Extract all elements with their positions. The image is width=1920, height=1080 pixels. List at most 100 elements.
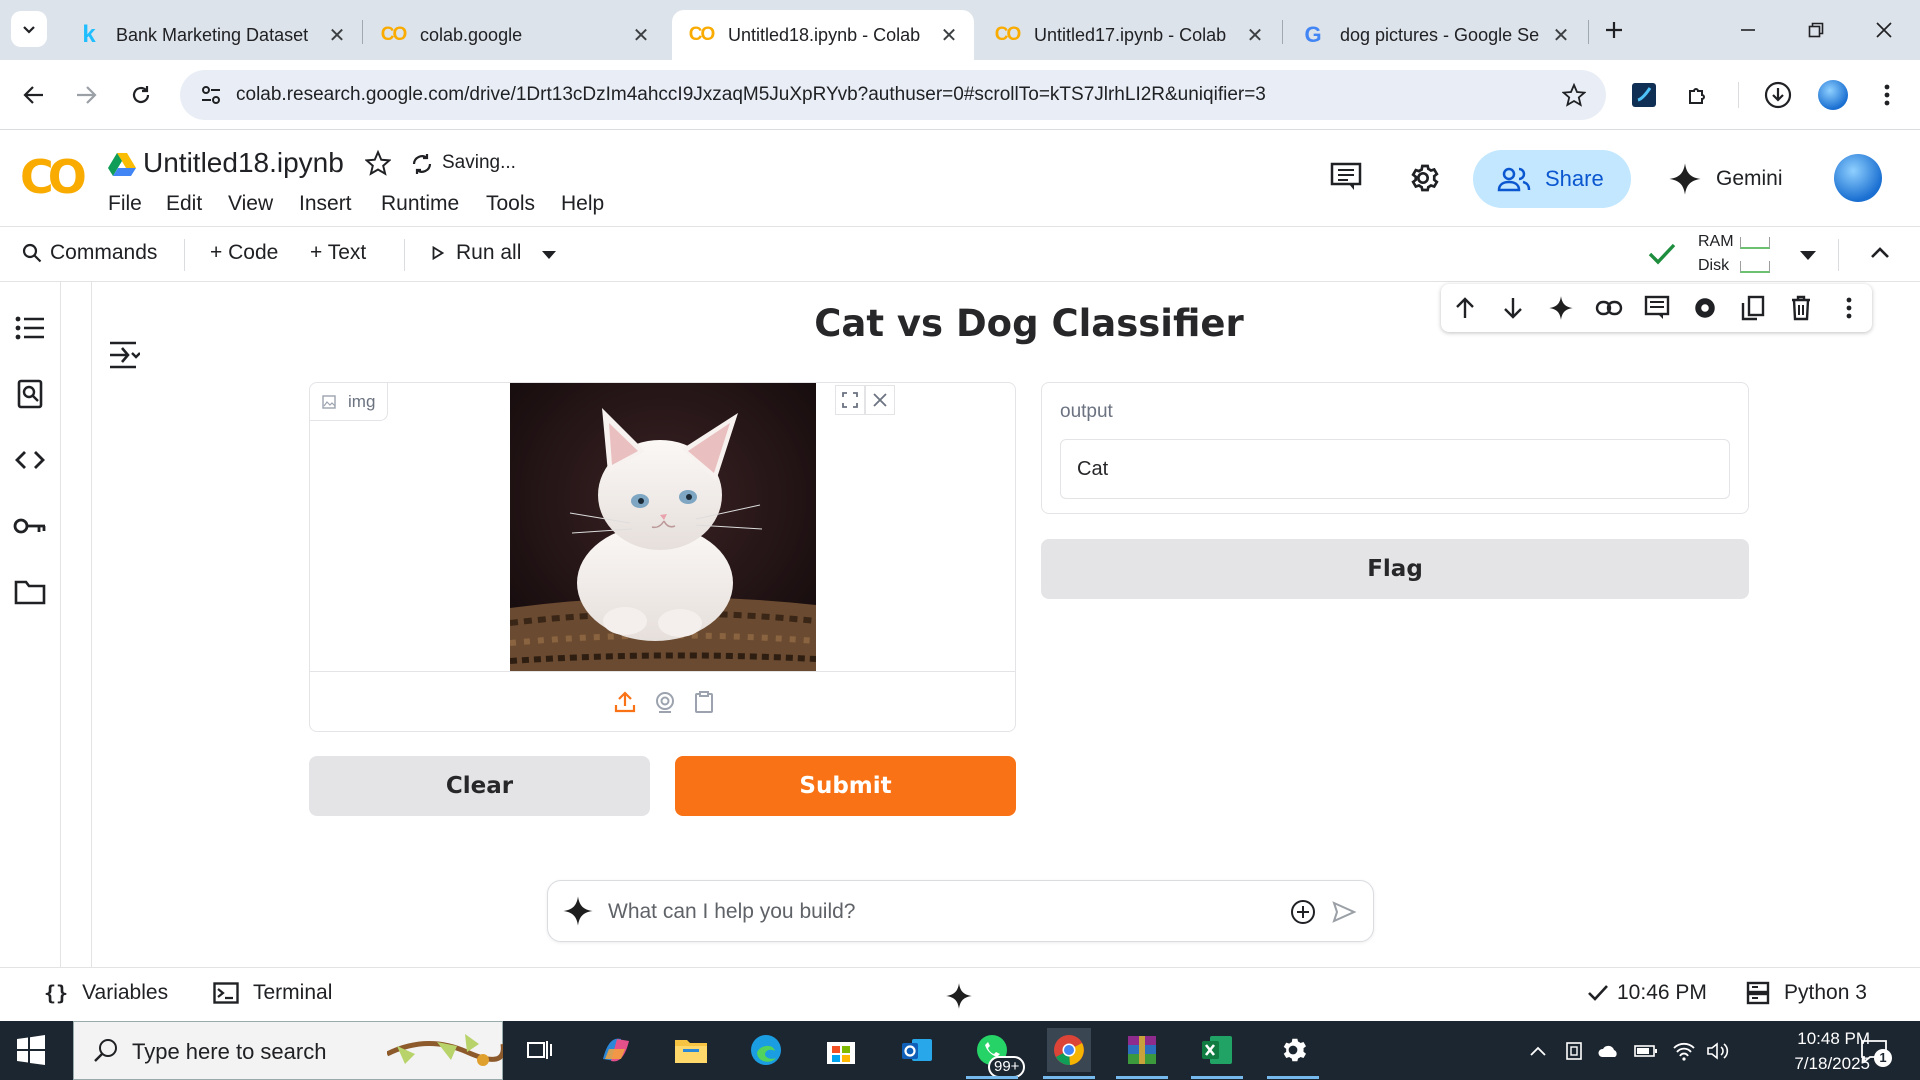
add-circle-icon[interactable]: [1290, 899, 1316, 925]
browser-tab[interactable]: G dog pictures - Google Se ✕: [1284, 10, 1586, 60]
back-button[interactable]: [14, 75, 54, 115]
microsoft-store-icon[interactable]: [819, 1028, 863, 1072]
menu-runtime[interactable]: Runtime: [381, 192, 459, 216]
flag-button[interactable]: Flag: [1041, 539, 1749, 599]
gemini-sparkle-icon[interactable]: [945, 982, 973, 1010]
close-icon[interactable]: ✕: [1244, 23, 1266, 48]
taskbar-search-box[interactable]: Type here to search: [73, 1021, 503, 1080]
notification-center-icon[interactable]: 1: [1858, 1037, 1892, 1067]
profile-button[interactable]: [1813, 75, 1853, 115]
tab-search-button[interactable]: [11, 11, 47, 47]
add-code-button[interactable]: + Code: [210, 241, 278, 265]
secrets-key-icon[interactable]: [12, 508, 48, 544]
notebook-title[interactable]: Untitled18.ipynb: [143, 147, 344, 179]
close-icon[interactable]: ✕: [630, 23, 652, 48]
address-bar[interactable]: colab.research.google.com/drive/1Drt13cD…: [180, 70, 1606, 120]
volume-icon[interactable]: [1706, 1039, 1730, 1063]
menu-insert[interactable]: Insert: [299, 192, 352, 216]
star-icon[interactable]: [365, 150, 391, 176]
table-of-contents-icon[interactable]: [12, 310, 48, 346]
menu-tools[interactable]: Tools: [486, 192, 535, 216]
toolbar-divider: [1738, 82, 1739, 108]
task-view-icon[interactable]: [518, 1028, 562, 1072]
commands-label: Commands: [50, 241, 158, 264]
taskbar-clock[interactable]: 10:48 PM 7/18/2025: [1740, 1026, 1870, 1076]
bookmark-star-icon[interactable]: [1562, 83, 1586, 107]
downloads-button[interactable]: [1758, 75, 1798, 115]
new-tab-button[interactable]: [1596, 12, 1632, 48]
variables-label: Variables: [82, 981, 169, 1004]
add-text-button[interactable]: + Text: [310, 241, 366, 265]
runtime-type[interactable]: Python 3: [1746, 981, 1867, 1005]
settings-gear-icon[interactable]: [1267, 1028, 1319, 1079]
browser-tab[interactable]: CO colab.google ✕: [364, 10, 666, 60]
variables-button[interactable]: {} Variables: [44, 981, 168, 1005]
submit-button[interactable]: Submit: [675, 756, 1016, 816]
clock-time: 10:48 PM: [1797, 1029, 1870, 1048]
copilot-icon[interactable]: [594, 1028, 638, 1072]
browser-tab[interactable]: CO Untitled17.ipynb - Colab ✕: [978, 10, 1280, 60]
code-snippets-icon[interactable]: [12, 442, 48, 478]
menu-help[interactable]: Help: [561, 192, 604, 216]
winrar-icon[interactable]: [1116, 1028, 1168, 1079]
image-input-panel[interactable]: img: [309, 382, 1016, 732]
extension-button[interactable]: [1624, 75, 1664, 115]
menu-file[interactable]: File: [108, 192, 142, 216]
url-text[interactable]: colab.research.google.com/drive/1Drt13cD…: [236, 84, 1266, 106]
output-textbox[interactable]: Cat: [1060, 439, 1730, 499]
folder-icon[interactable]: [12, 574, 48, 610]
tab-title: Bank Marketing Dataset: [116, 24, 309, 45]
share-button[interactable]: Share: [1473, 150, 1631, 208]
account-avatar[interactable]: [1834, 154, 1882, 202]
menu-view[interactable]: View: [228, 192, 273, 216]
excel-icon[interactable]: [1191, 1028, 1243, 1079]
edge-icon[interactable]: [744, 1028, 788, 1072]
comments-icon[interactable]: [1330, 162, 1362, 192]
colab-logo[interactable]: CO: [20, 150, 87, 204]
settings-gear-icon[interactable]: [1407, 162, 1439, 194]
collapse-header-icon[interactable]: [1870, 245, 1890, 259]
forward-button[interactable]: [66, 75, 106, 115]
close-icon[interactable]: ✕: [1550, 23, 1572, 48]
close-window-button[interactable]: [1850, 0, 1918, 60]
clear-image-button[interactable]: [865, 385, 895, 415]
gemini-button[interactable]: Gemini: [1668, 152, 1783, 206]
run-all-dropdown[interactable]: [542, 251, 556, 259]
resources-dropdown-icon[interactable]: [1800, 251, 1816, 260]
chevron-up-icon[interactable]: [1526, 1039, 1550, 1063]
menu-edit[interactable]: Edit: [166, 192, 202, 216]
upload-icon[interactable]: [612, 689, 638, 715]
browser-tab[interactable]: k Bank Marketing Dataset ✕: [60, 10, 362, 60]
connected-check-icon[interactable]: [1648, 241, 1676, 267]
clipboard-icon[interactable]: [691, 689, 717, 715]
file-explorer-icon[interactable]: [669, 1028, 713, 1072]
browser-tab-active[interactable]: CO Untitled18.ipynb - Colab ✕: [672, 10, 974, 60]
wifi-icon[interactable]: [1672, 1039, 1696, 1063]
chrome-icon[interactable]: [1043, 1028, 1095, 1079]
last-execution[interactable]: 10:46 PM: [1587, 981, 1707, 1005]
close-icon[interactable]: ✕: [938, 23, 960, 48]
commands-button[interactable]: Commands: [22, 241, 157, 265]
outlook-icon[interactable]: [895, 1028, 939, 1072]
whatsapp-icon[interactable]: 99+: [966, 1028, 1026, 1079]
windows-start-button[interactable]: [16, 1035, 46, 1065]
reload-button[interactable]: [121, 75, 161, 115]
minimize-button[interactable]: [1714, 0, 1782, 60]
find-replace-icon[interactable]: [12, 376, 48, 412]
battery-icon[interactable]: [1634, 1039, 1658, 1063]
browser-menu-button[interactable]: [1867, 75, 1907, 115]
fullscreen-button[interactable]: [835, 385, 865, 415]
gemini-prompt-input[interactable]: What can I help you build?: [547, 880, 1374, 942]
clear-button[interactable]: Clear: [309, 756, 650, 816]
site-info-icon[interactable]: [200, 84, 222, 106]
device-icon[interactable]: [1562, 1039, 1586, 1063]
restore-button[interactable]: [1782, 0, 1850, 60]
onedrive-cloud-icon[interactable]: [1597, 1039, 1621, 1063]
extensions-button[interactable]: [1678, 75, 1718, 115]
webcam-icon[interactable]: [652, 689, 678, 715]
google-drive-icon[interactable]: [108, 152, 136, 176]
close-icon[interactable]: ✕: [326, 23, 348, 48]
send-icon[interactable]: [1332, 901, 1356, 923]
run-all-button[interactable]: Run all: [432, 241, 521, 265]
terminal-button[interactable]: Terminal: [213, 981, 332, 1005]
